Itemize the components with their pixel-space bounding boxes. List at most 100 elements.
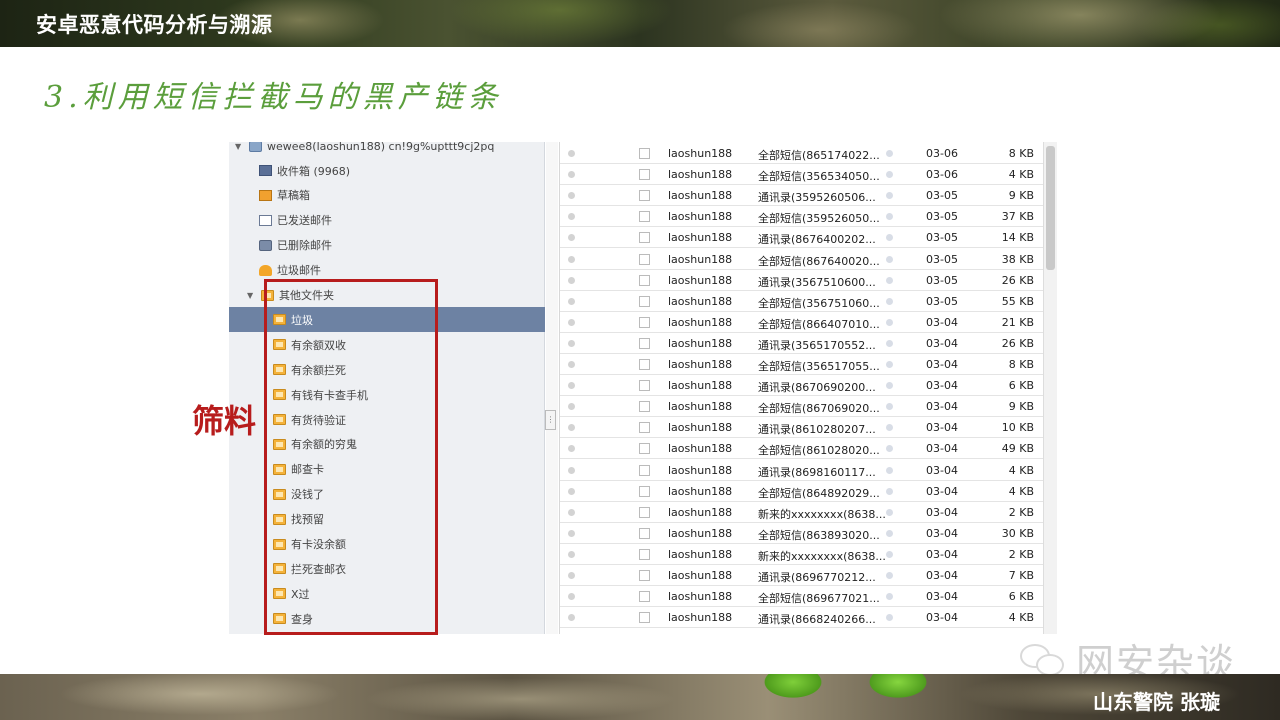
row-checkbox[interactable] [639,169,650,181]
mail-subject: 通讯录(8610280207... [758,423,876,437]
mail-row[interactable]: laoshun188 通讯录(8610280207... 03-04 10 KB [560,417,1044,439]
mail-subject: 通讯录(8698160117... [758,465,876,479]
row-checkbox[interactable] [639,316,650,328]
mail-subject: 全部短信(864892029... [758,486,880,500]
row-checkbox[interactable] [639,337,650,349]
mail-sender: laoshun188 [668,463,733,477]
collapse-arrow-icon[interactable]: ▼ [247,291,257,300]
row-checkbox[interactable] [639,359,650,370]
mail-row[interactable]: laoshun188 全部短信(359526050... 03-05 37 KB [560,206,1044,228]
mail-row[interactable]: laoshun188 新来的xxxxxxxx(8638... 03-04 2 KB [560,543,1044,565]
attachment-icon [886,171,893,179]
attachment-icon [886,255,893,263]
collapse-arrow-icon[interactable]: ▼ [235,142,245,151]
mail-size: 7 KB [1008,569,1034,582]
mail-row[interactable]: laoshun188 全部短信(356517055... 03-04 8 KB [560,354,1044,375]
folder-item[interactable]: 已发送邮件 [229,208,545,233]
attachment-icon [886,508,893,516]
read-status-icon [568,550,575,558]
mail-row[interactable]: laoshun188 通讯录(8668240266... 03-04 4 KB [560,607,1044,629]
callout-label: 筛料 [192,402,257,440]
row-checkbox[interactable] [639,295,650,307]
mail-subject: 全部短信(356517055... [758,360,880,373]
mail-row[interactable]: laoshun188 通讯录(3567510600... 03-05 26 KB [560,269,1044,291]
mail-date: 03-05 [926,273,958,287]
row-checkbox[interactable] [639,274,650,286]
mail-row[interactable]: laoshun188 全部短信(866407010... 03-04 21 KB [560,311,1044,333]
mail-subject: 全部短信(869677021... [758,592,880,606]
folder-item[interactable]: 已删除邮件 [229,233,545,258]
slide-subtitle: 3.利用短信拦截马的黑产链条 [44,80,503,115]
mail-size: 21 KB [1001,315,1034,329]
mail-row[interactable]: laoshun188 全部短信(864892029... 03-04 4 KB [560,480,1044,502]
attachment-icon [886,234,893,242]
mail-row[interactable]: laoshun188 通讯录(3565170552... 03-04 26 KB [560,332,1044,354]
mail-row[interactable]: laoshun188 通讯录(8698160117... 03-04 4 KB [560,459,1044,481]
mail-date: 03-05 [926,210,958,224]
mail-subject: 新来的xxxxxxxx(8638... [758,507,886,521]
highlight-box [264,279,438,635]
mail-row[interactable]: laoshun188 全部短信(865174022... 03-06 8 KB [560,143,1044,164]
read-status-icon [568,297,575,305]
row-checkbox[interactable] [639,422,650,434]
mail-sender: laoshun188 [668,147,733,160]
account-row[interactable]: ▼ wewee8(laoshun188) cn!9g%upttt9cj2pq [229,142,545,159]
row-checkbox[interactable] [639,401,650,413]
row-checkbox[interactable] [639,443,650,455]
mail-subject: 全部短信(867640020... [758,254,880,268]
row-checkbox[interactable] [639,464,650,476]
row-checkbox[interactable] [639,485,650,497]
mail-row[interactable]: laoshun188 新来的xxxxxxxx(8638... 03-04 2 KB [560,501,1044,523]
folder-label: 已删除邮件 [277,239,332,253]
mail-row[interactable]: laoshun188 全部短信(869677021... 03-04 6 KB [560,586,1044,608]
mail-row[interactable]: laoshun188 全部短信(867640020... 03-05 38 KB [560,248,1044,270]
mail-date: 03-04 [926,336,958,350]
mail-size: 2 KB [1008,547,1034,561]
mail-row[interactable]: laoshun188 全部短信(867069020... 03-04 9 KB [560,396,1044,418]
row-checkbox[interactable] [639,380,650,392]
row-checkbox[interactable] [639,506,650,518]
row-checkbox[interactable] [639,232,650,244]
row-checkbox[interactable] [639,548,650,560]
row-checkbox[interactable] [639,527,650,539]
row-checkbox[interactable] [639,253,650,265]
splitter-handle[interactable]: ⋮ [545,410,556,430]
mail-sender: laoshun188 [668,231,733,245]
folder-item[interactable]: 收件箱 (9968) [229,158,545,183]
mail-date: 03-04 [926,442,958,456]
mail-list-scrollbar[interactable] [1043,142,1057,634]
mail-row[interactable]: laoshun188 全部短信(861028020... 03-04 49 KB [560,438,1044,460]
mail-sender: laoshun188 [668,358,733,371]
mail-date: 03-05 [926,294,958,308]
mail-row[interactable]: laoshun188 通讯录(8670690200... 03-04 6 KB [560,375,1044,397]
attachment-icon [886,339,893,347]
mail-row[interactable]: laoshun188 通讯录(3595260506... 03-05 9 KB [560,185,1044,207]
row-checkbox[interactable] [639,148,650,159]
mail-row[interactable]: laoshun188 通讯录(8676400202... 03-05 14 KB [560,227,1044,249]
mail-row[interactable]: laoshun188 全部短信(863893020... 03-04 30 KB [560,522,1044,544]
row-checkbox[interactable] [639,190,650,202]
row-checkbox[interactable] [639,591,650,603]
mail-row[interactable]: laoshun188 全部短信(356534050... 03-06 4 KB [560,164,1044,186]
row-checkbox[interactable] [639,570,650,581]
attachment-icon [886,614,893,622]
folder-item[interactable]: 草稿箱 [229,183,545,208]
read-status-icon [568,572,575,579]
folder-label: 草稿箱 [277,189,310,203]
footer-banner [0,674,1280,720]
mail-size: 4 KB [1008,168,1034,182]
pane-divider [546,142,558,634]
mail-size: 6 KB [1008,590,1034,604]
read-status-icon [568,192,575,200]
mail-row[interactable]: laoshun188 全部短信(356751060... 03-05 55 KB [560,290,1044,312]
mail-date: 03-04 [926,379,958,393]
mail-sender: laoshun188 [668,442,733,456]
row-checkbox[interactable] [639,211,650,223]
attachment-icon [886,403,893,411]
mail-row[interactable]: laoshun188 通讯录(8696770212... 03-04 7 KB [560,565,1044,586]
mail-sender: laoshun188 [668,590,733,604]
account-icon [249,142,262,152]
scrollbar-thumb[interactable] [1046,146,1055,270]
mail-sender: laoshun188 [668,168,733,182]
row-checkbox[interactable] [639,612,650,624]
